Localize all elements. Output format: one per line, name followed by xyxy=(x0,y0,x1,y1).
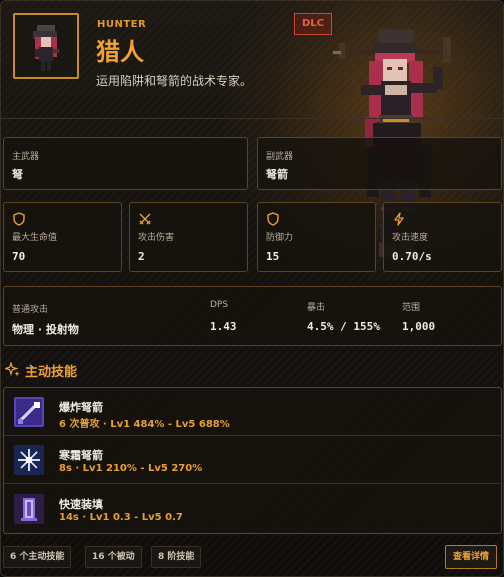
skill-detail: 14s · Lv1 0.3 - Lv5 0.7 xyxy=(59,512,183,523)
attack-info-box: 普通攻击 物理 · 投射物 DPS 1.43 暴击 4.5% / 155% 范围… xyxy=(3,286,502,346)
hero-card: HUNTER 猎人 运用陷阱和弩箭的战术专家。 DLC 主武器 弩 副武器 弩箭… xyxy=(0,0,504,577)
lightning-icon xyxy=(394,212,404,226)
shield-icon xyxy=(13,212,25,226)
range-value: 1,000 xyxy=(402,320,436,333)
sparkle-icon xyxy=(5,362,20,377)
stat-attack-speed: 攻击速度 0.70/s xyxy=(383,202,502,272)
attack-type-value: 物理 · 投射物 xyxy=(12,323,79,336)
stat-value: 0.70/s xyxy=(392,250,432,263)
main-weapon-box: 主武器 弩 xyxy=(3,137,248,190)
sub-weapon-box: 副武器 弩箭 xyxy=(257,137,502,190)
dps-label: DPS xyxy=(210,300,229,310)
passive-count-tag: 16 个被动 xyxy=(85,546,142,568)
crit-value: 4.5% / 155% xyxy=(307,320,380,333)
skill-name: 快速装填 xyxy=(59,498,103,511)
active-skills-title: 主动技能 xyxy=(25,365,78,380)
main-weapon-value: 弩 xyxy=(12,168,23,181)
skill-detail: 6 次普攻 · Lv1 484% - Lv5 688% xyxy=(59,419,230,430)
skill-row-quick-reload[interactable]: 快速装填 14s · Lv1 0.3 - Lv5 0.7 xyxy=(4,484,501,534)
attack-type-label: 普通攻击 xyxy=(12,305,49,315)
dlc-badge: DLC xyxy=(294,13,332,35)
range-label: 范围 xyxy=(402,303,421,313)
hunter-sprite-icon xyxy=(33,25,59,71)
hero-class-name: 猎人 xyxy=(96,38,144,66)
stat-label: 最大生命值 xyxy=(12,233,58,243)
hero-class-english: HUNTER xyxy=(97,19,147,30)
crossed-swords-icon xyxy=(139,213,151,225)
hero-description: 运用陷阱和弩箭的战术专家。 xyxy=(96,74,253,88)
skill-name: 寒霜弩箭 xyxy=(59,449,103,462)
active-skill-count-tag: 6 个主动技能 xyxy=(3,546,72,568)
skill-tier-tag: 8 阶技能 xyxy=(151,546,202,568)
skill-detail: 8s · Lv1 210% - Lv5 270% xyxy=(59,463,203,474)
crit-label: 暴击 xyxy=(307,303,326,313)
stat-value: 2 xyxy=(138,250,145,263)
shield-icon xyxy=(267,212,279,226)
main-weapon-label: 主武器 xyxy=(12,152,40,162)
stat-attack-damage: 攻击伤害 2 xyxy=(129,202,248,272)
stat-label: 防御力 xyxy=(266,233,294,243)
quick-reload-icon xyxy=(14,494,44,524)
skill-row-explosive-bolt[interactable]: 爆炸弩箭 6 次普攻 · Lv1 484% - Lv5 688% xyxy=(4,388,501,436)
stat-label: 攻击伤害 xyxy=(138,233,175,243)
stat-label: 攻击速度 xyxy=(392,233,429,243)
skill-name: 爆炸弩箭 xyxy=(59,401,103,414)
stat-value: 15 xyxy=(266,250,280,263)
stat-defense: 防御力 15 xyxy=(257,202,376,272)
skills-list: 爆炸弩箭 6 次普攻 · Lv1 484% - Lv5 688% 寒霜弩箭 8s… xyxy=(3,387,502,534)
sub-weapon-label: 副武器 xyxy=(266,152,294,162)
sub-weapon-value: 弩箭 xyxy=(266,168,288,181)
dps-value: 1.43 xyxy=(210,320,237,333)
frost-bolt-icon xyxy=(14,445,44,475)
explosive-bolt-icon xyxy=(14,397,44,427)
hero-portrait xyxy=(13,13,79,79)
skill-row-frost-bolt[interactable]: 寒霜弩箭 8s · Lv1 210% - Lv5 270% xyxy=(4,436,501,484)
stat-max-hp: 最大生命值 70 xyxy=(3,202,122,272)
view-details-button[interactable]: 查看详情 xyxy=(445,545,497,569)
header-divider xyxy=(1,118,503,119)
stat-value: 70 xyxy=(12,250,26,263)
